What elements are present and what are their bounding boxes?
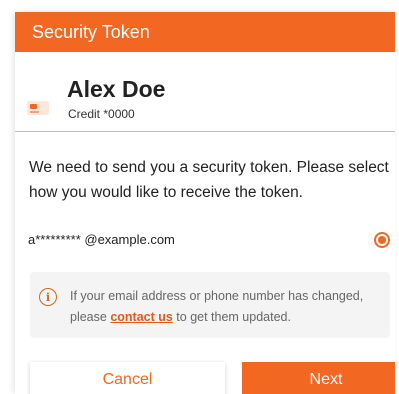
notice-text-after: to get them updated.	[172, 310, 291, 324]
cancel-button[interactable]: Cancel	[30, 362, 225, 394]
credit-card-icon	[27, 101, 49, 115]
radio-selected-dot	[378, 236, 386, 244]
email-option-label: a********* @example.com	[28, 232, 175, 247]
notice-text: If your email address or phone number ha…	[70, 286, 382, 328]
info-notice: i If your email address or phone number …	[30, 272, 390, 338]
account-summary: Alex Doe Credit *0000	[15, 52, 395, 132]
account-subtitle: Credit *0000	[68, 107, 135, 121]
email-option-radio[interactable]	[374, 232, 390, 248]
contact-us-link[interactable]: contact us	[110, 310, 173, 324]
instructions-text: We need to send you a security token. Pl…	[29, 159, 389, 201]
page-title: Security Token	[32, 21, 150, 42]
header-bar: Security Token	[15, 12, 395, 52]
next-button[interactable]: Next	[242, 362, 395, 394]
info-icon: i	[39, 288, 57, 306]
delivery-option-email[interactable]: a********* @example.com	[28, 228, 390, 252]
security-token-panel: Security Token Alex Doe Credit *0000 We …	[15, 12, 395, 394]
account-name: Alex Doe	[67, 76, 166, 102]
